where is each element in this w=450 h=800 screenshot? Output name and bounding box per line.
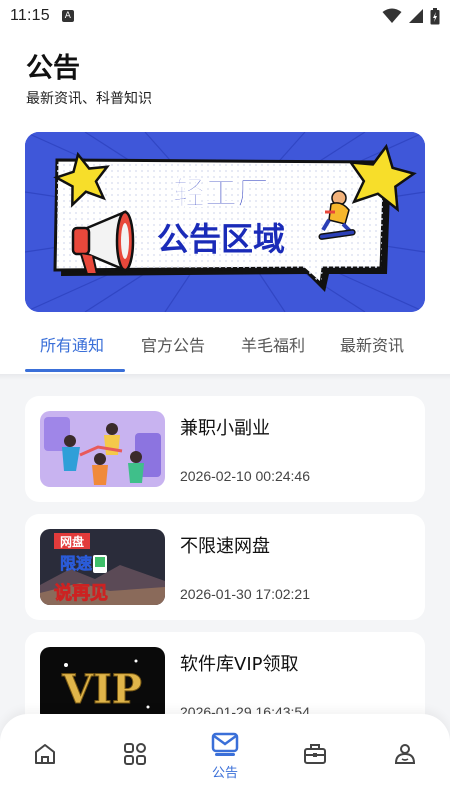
article-thumbnail [40, 411, 165, 487]
article-date: 2026-01-30 17:02:21 [180, 586, 310, 602]
divider [0, 374, 450, 380]
svg-text:说再见: 说再见 [54, 582, 108, 604]
wifi-icon [382, 8, 402, 23]
svg-text:网盘: 网盘 [60, 534, 84, 549]
list-item[interactable]: 网盘 限速 说再见 不限速网盘 2026-01-30 17:02:21 [25, 514, 425, 620]
battery-icon [430, 7, 440, 24]
list-item[interactable]: 兼职小副业 2026-02-10 00:24:46 [25, 396, 425, 502]
article-title: 兼职小副业 [180, 418, 270, 439]
status-icons [382, 7, 440, 25]
banner-title-line1: 轻工厂 [173, 174, 269, 212]
svg-text:限速: 限速 [60, 554, 92, 573]
tab-freebies[interactable]: 羊毛福利 [241, 332, 305, 356]
tab-indicator [25, 369, 125, 372]
page-subtitle: 最新资讯、科普知识 [26, 91, 152, 107]
apps-grid-icon [124, 743, 146, 765]
article-thumbnail: VIP [40, 647, 165, 723]
notification-icon: A [61, 10, 74, 22]
mail-icon [211, 732, 239, 756]
nav-toolbox[interactable] [270, 714, 360, 800]
article-title: 软件库VIP领取 [180, 654, 299, 675]
article-thumbnail: 网盘 限速 说再见 [40, 529, 165, 605]
bottom-nav: 公告 [0, 714, 450, 800]
nav-apps[interactable] [90, 714, 180, 800]
status-time: 11:15 [10, 7, 50, 24]
status-bar: 11:15 A [0, 0, 450, 32]
article-date: 2026-02-10 00:24:46 [180, 468, 310, 484]
banner-title-line2: 公告区域 [157, 220, 285, 258]
nav-announcements-label: 公告 [211, 766, 238, 781]
page-title: 公告 [26, 53, 80, 84]
nav-profile[interactable] [360, 714, 450, 800]
svg-text:VIP: VIP [61, 666, 142, 713]
tab-latest-news[interactable]: 最新资讯 [340, 332, 404, 356]
category-tabs: 所有通知 官方公告 羊毛福利 最新资讯 [0, 322, 450, 374]
nav-home[interactable] [0, 714, 90, 800]
nav-announcements[interactable]: 公告 [180, 714, 270, 800]
home-icon [35, 744, 55, 764]
tab-all-notices[interactable]: 所有通知 [40, 332, 104, 356]
banner-illustration: 轻工厂 公告区域 [25, 132, 425, 312]
header: 公告 最新资讯、科普知识 轻工厂 公告区域 所有通知 官方公告 羊毛福利 最新资… [0, 32, 450, 374]
profile-icon [394, 744, 416, 764]
tab-official[interactable]: 官方公告 [141, 332, 205, 356]
announcement-banner[interactable]: 轻工厂 公告区域 [25, 132, 425, 312]
toolbox-icon [304, 744, 326, 764]
article-title: 不限速网盘 [180, 536, 270, 557]
signal-icon [409, 9, 423, 23]
